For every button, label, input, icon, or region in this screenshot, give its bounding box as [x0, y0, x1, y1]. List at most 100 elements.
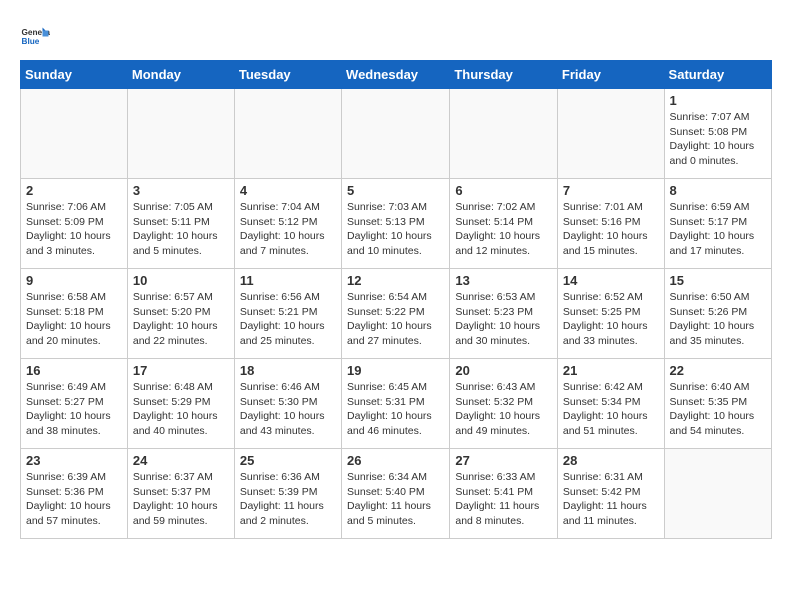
calendar-day: 26 Sunrise: 6:34 AM Sunset: 5:40 PM Dayli… [342, 449, 450, 539]
day-info: Sunrise: 6:42 AM Sunset: 5:34 PM Dayligh… [563, 380, 659, 439]
day-info: Sunrise: 6:46 AM Sunset: 5:30 PM Dayligh… [240, 380, 336, 439]
logo-icon: General Blue [20, 20, 50, 50]
day-info: Sunrise: 7:06 AM Sunset: 5:09 PM Dayligh… [26, 200, 122, 259]
day-info: Sunrise: 6:43 AM Sunset: 5:32 PM Dayligh… [455, 380, 552, 439]
calendar-day: 1 Sunrise: 7:07 AM Sunset: 5:08 PM Daylig… [664, 89, 771, 179]
calendar-day: 24Sunrise: 6:37 AM Sunset: 5:37 PM Dayli… [127, 449, 234, 539]
calendar-day: 10 Sunrise: 6:57 AM Sunset: 5:20 PM Dayli… [127, 269, 234, 359]
calendar-day: 4 Sunrise: 7:04 AM Sunset: 5:12 PM Daylig… [234, 179, 341, 269]
calendar-day: 2 Sunrise: 7:06 AM Sunset: 5:09 PM Daylig… [21, 179, 128, 269]
day-number: 26 [347, 453, 444, 468]
day-number: 1 [670, 93, 766, 108]
day-number: 14 [563, 273, 659, 288]
day-number: 18 [240, 363, 336, 378]
day-number: 9 [26, 273, 122, 288]
day-number: 12 [347, 273, 444, 288]
calendar-day [450, 89, 558, 179]
day-info: Sunrise: 6:49 AM Sunset: 5:27 PM Dayligh… [26, 380, 122, 439]
calendar-day: 12 Sunrise: 6:54 AM Sunset: 5:22 PM Dayli… [342, 269, 450, 359]
calendar-week-2: 2 Sunrise: 7:06 AM Sunset: 5:09 PM Daylig… [21, 179, 772, 269]
calendar-day [557, 89, 664, 179]
calendar-week-5: 23 Sunrise: 6:39 AM Sunset: 5:36 PM Dayli… [21, 449, 772, 539]
calendar-day: 14 Sunrise: 6:52 AM Sunset: 5:25 PM Dayli… [557, 269, 664, 359]
day-number: 28 [563, 453, 659, 468]
day-info: Sunrise: 7:01 AM Sunset: 5:16 PM Dayligh… [563, 200, 659, 259]
day-number: 3 [133, 183, 229, 198]
calendar-day: 22Sunrise: 6:40 AM Sunset: 5:35 PM Dayli… [664, 359, 771, 449]
day-number: 13 [455, 273, 552, 288]
day-info: Sunrise: 6:54 AM Sunset: 5:22 PM Dayligh… [347, 290, 444, 349]
calendar-day: 17Sunrise: 6:48 AM Sunset: 5:29 PM Dayli… [127, 359, 234, 449]
calendar-day: 28 Sunrise: 6:31 AM Sunset: 5:42 PM Dayli… [557, 449, 664, 539]
calendar-day [664, 449, 771, 539]
day-info: Sunrise: 7:03 AM Sunset: 5:13 PM Dayligh… [347, 200, 444, 259]
day-info: Sunrise: 6:33 AM Sunset: 5:41 PM Dayligh… [455, 470, 552, 529]
day-number: 10 [133, 273, 229, 288]
day-info: Sunrise: 6:34 AM Sunset: 5:40 PM Dayligh… [347, 470, 444, 529]
day-number: 19 [347, 363, 444, 378]
day-number: 17 [133, 363, 229, 378]
logo: General Blue [20, 20, 52, 50]
calendar-day [21, 89, 128, 179]
calendar-day [342, 89, 450, 179]
calendar-header-tuesday: Tuesday [234, 61, 341, 89]
day-number: 8 [670, 183, 766, 198]
calendar-day: 3Sunrise: 7:05 AM Sunset: 5:11 PM Daylig… [127, 179, 234, 269]
calendar-header-friday: Friday [557, 61, 664, 89]
calendar-header-wednesday: Wednesday [342, 61, 450, 89]
day-number: 5 [347, 183, 444, 198]
calendar-day [127, 89, 234, 179]
calendar-day: 23 Sunrise: 6:39 AM Sunset: 5:36 PM Dayli… [21, 449, 128, 539]
calendar-header-thursday: Thursday [450, 61, 558, 89]
calendar-day: 16 Sunrise: 6:49 AM Sunset: 5:27 PM Dayli… [21, 359, 128, 449]
day-info: Sunrise: 6:57 AM Sunset: 5:20 PM Dayligh… [133, 290, 229, 349]
day-info: Sunrise: 6:59 AM Sunset: 5:17 PM Dayligh… [670, 200, 766, 259]
calendar-header-monday: Monday [127, 61, 234, 89]
day-number: 15 [670, 273, 766, 288]
calendar-day: 25Sunrise: 6:36 AM Sunset: 5:39 PM Dayli… [234, 449, 341, 539]
calendar-day: 20 Sunrise: 6:43 AM Sunset: 5:32 PM Dayli… [450, 359, 558, 449]
day-info: Sunrise: 6:53 AM Sunset: 5:23 PM Dayligh… [455, 290, 552, 349]
calendar-day: 15 Sunrise: 6:50 AM Sunset: 5:26 PM Dayli… [664, 269, 771, 359]
day-number: 6 [455, 183, 552, 198]
day-number: 2 [26, 183, 122, 198]
day-number: 4 [240, 183, 336, 198]
calendar-day: 5 Sunrise: 7:03 AM Sunset: 5:13 PM Daylig… [342, 179, 450, 269]
day-info: Sunrise: 6:37 AM Sunset: 5:37 PM Dayligh… [133, 470, 229, 529]
day-info: Sunrise: 7:07 AM Sunset: 5:08 PM Dayligh… [670, 110, 766, 169]
calendar-day: 7Sunrise: 7:01 AM Sunset: 5:16 PM Daylig… [557, 179, 664, 269]
calendar-day: 27 Sunrise: 6:33 AM Sunset: 5:41 PM Dayli… [450, 449, 558, 539]
day-info: Sunrise: 6:36 AM Sunset: 5:39 PM Dayligh… [240, 470, 336, 529]
day-number: 16 [26, 363, 122, 378]
day-number: 23 [26, 453, 122, 468]
calendar-week-1: 1 Sunrise: 7:07 AM Sunset: 5:08 PM Daylig… [21, 89, 772, 179]
day-info: Sunrise: 6:50 AM Sunset: 5:26 PM Dayligh… [670, 290, 766, 349]
day-info: Sunrise: 6:40 AM Sunset: 5:35 PM Dayligh… [670, 380, 766, 439]
calendar-day: 9 Sunrise: 6:58 AM Sunset: 5:18 PM Daylig… [21, 269, 128, 359]
day-info: Sunrise: 6:56 AM Sunset: 5:21 PM Dayligh… [240, 290, 336, 349]
day-info: Sunrise: 6:31 AM Sunset: 5:42 PM Dayligh… [563, 470, 659, 529]
day-info: Sunrise: 7:04 AM Sunset: 5:12 PM Dayligh… [240, 200, 336, 259]
calendar-week-4: 16 Sunrise: 6:49 AM Sunset: 5:27 PM Dayli… [21, 359, 772, 449]
day-info: Sunrise: 7:02 AM Sunset: 5:14 PM Dayligh… [455, 200, 552, 259]
calendar-week-3: 9 Sunrise: 6:58 AM Sunset: 5:18 PM Daylig… [21, 269, 772, 359]
day-number: 27 [455, 453, 552, 468]
day-info: Sunrise: 6:58 AM Sunset: 5:18 PM Dayligh… [26, 290, 122, 349]
calendar-day: 8 Sunrise: 6:59 AM Sunset: 5:17 PM Daylig… [664, 179, 771, 269]
calendar-day: 19Sunrise: 6:45 AM Sunset: 5:31 PM Dayli… [342, 359, 450, 449]
svg-text:Blue: Blue [22, 37, 40, 46]
calendar-header-saturday: Saturday [664, 61, 771, 89]
day-number: 21 [563, 363, 659, 378]
calendar-day: 13 Sunrise: 6:53 AM Sunset: 5:23 PM Dayli… [450, 269, 558, 359]
day-number: 20 [455, 363, 552, 378]
page-header: General Blue [20, 20, 772, 50]
calendar-header-sunday: Sunday [21, 61, 128, 89]
calendar-table: SundayMondayTuesdayWednesdayThursdayFrid… [20, 60, 772, 539]
day-number: 11 [240, 273, 336, 288]
day-info: Sunrise: 6:52 AM Sunset: 5:25 PM Dayligh… [563, 290, 659, 349]
calendar-day [234, 89, 341, 179]
calendar-day: 18 Sunrise: 6:46 AM Sunset: 5:30 PM Dayli… [234, 359, 341, 449]
calendar-day: 21 Sunrise: 6:42 AM Sunset: 5:34 PM Dayli… [557, 359, 664, 449]
day-info: Sunrise: 6:39 AM Sunset: 5:36 PM Dayligh… [26, 470, 122, 529]
calendar-day: 11 Sunrise: 6:56 AM Sunset: 5:21 PM Dayli… [234, 269, 341, 359]
